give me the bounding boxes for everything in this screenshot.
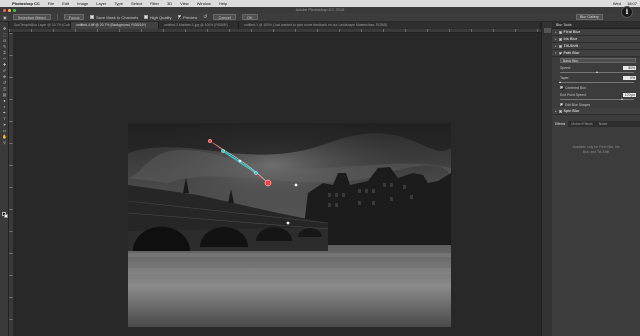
panel-collapse-icon[interactable] <box>544 28 551 33</box>
menu-3d[interactable]: 3D <box>163 1 176 6</box>
end-point-speed-slider[interactable] <box>560 98 634 101</box>
preview-checkbox[interactable]: Preview <box>177 14 198 20</box>
panel-icon-strip <box>541 22 552 336</box>
close-window-button[interactable] <box>3 8 6 12</box>
canvas-area[interactable] <box>13 33 541 336</box>
speed-slider-knob[interactable] <box>595 71 598 73</box>
speed-row: Speed: 50% <box>552 64 640 71</box>
end-point-speed-knob[interactable] <box>621 98 624 100</box>
save-mask-label: Save Mask to Channels <box>95 14 139 20</box>
taper-row: Taper: 0% <box>552 74 640 81</box>
speed-slider[interactable] <box>560 71 634 74</box>
workspace-switcher[interactable]: Blur Gallery <box>576 14 603 20</box>
path-blur-checkbox[interactable] <box>558 51 562 55</box>
document-tabs: SunTempleBlur Layer @ 16.7% (Color/8#) u… <box>9 22 541 29</box>
end-point-speed-row: End Point Speed: 170 px <box>552 91 640 98</box>
menu-edit[interactable]: Edit <box>58 1 73 6</box>
effects-body: Available only for Field Blur, Iris Blur… <box>552 127 640 227</box>
menu-type[interactable]: Type <box>110 1 127 6</box>
edit-blur-shapes-label: Edit Blur Shapes <box>565 102 591 107</box>
reset-icon[interactable]: ↺ <box>203 14 207 20</box>
edit-blur-shapes-checkbox[interactable] <box>560 103 563 106</box>
blur-tools-panel: Blur Tools ▸ Field Blur ▸ Iris Blur ▸ Ti… <box>552 22 640 336</box>
background-color-swatch[interactable] <box>3 214 8 218</box>
centered-blur-label: Centered Blur <box>565 85 586 90</box>
menu-file[interactable]: File <box>44 1 58 6</box>
taper-slider-knob[interactable] <box>558 81 561 83</box>
menu-photoshop[interactable]: Photoshop CC <box>8 1 44 6</box>
field-blur-checkbox[interactable] <box>558 30 562 34</box>
iris-blur-checkbox[interactable] <box>558 37 562 41</box>
tool-preset-icon[interactable]: ▣ <box>3 15 7 20</box>
minimize-window-button[interactable] <box>8 8 11 12</box>
spin-blur-section[interactable]: ▸ Spin Blur <box>552 108 640 115</box>
tab-motion-effects[interactable]: Motion Effects <box>568 121 595 127</box>
collapse-triangle-icon[interactable]: ▸ <box>555 108 557 115</box>
selection-bleed-field[interactable]: Selection Bleed <box>12 14 51 20</box>
centered-blur-row[interactable]: Centered Blur <box>552 84 640 91</box>
focus-field[interactable]: Focus <box>63 14 85 20</box>
speed-label: Speed: <box>560 65 571 70</box>
save-mask-checkbox[interactable]: Save Mask to Channels <box>90 15 138 20</box>
menu-view[interactable]: View <box>176 1 193 6</box>
clock-day: Wed <box>612 1 621 6</box>
preview-label: Preview <box>183 14 198 20</box>
taper-label: Taper: <box>560 75 570 80</box>
high-quality-checkbox[interactable]: High Quality <box>144 14 172 20</box>
menu-filter[interactable]: Filter <box>146 1 163 6</box>
zoom-window-button[interactable] <box>13 8 16 12</box>
field-blur-label: Field Blur <box>563 29 581 34</box>
menu-image[interactable]: Image <box>73 1 92 6</box>
collapse-triangle-icon[interactable]: ▸ <box>555 43 557 50</box>
collapse-triangle-icon[interactable]: ▸ <box>555 36 557 43</box>
document-image[interactable] <box>128 123 451 327</box>
info-icon[interactable]: i <box>621 6 633 18</box>
end-point-speed-input[interactable]: 170 px <box>623 92 636 97</box>
menu-layer[interactable]: Layer <box>92 1 110 6</box>
menu-select[interactable]: Select <box>127 1 146 6</box>
end-point-speed-label: End Point Speed: <box>560 92 587 97</box>
options-bar: ▣ Selection Bleed Focus Save Mask to Cha… <box>0 13 640 22</box>
tools-list: ✥ ⬚ ʘ ✎ ⌗ ✑ ✚ ✐ ⎈ ↺ ◫ ▤ ● ◐ ✒ T ➤ ▭ ✋ ⚲ <box>0 25 8 145</box>
taper-input[interactable]: 0% <box>623 75 636 80</box>
expand-triangle-icon[interactable]: ▾ <box>555 50 557 57</box>
tools-panel: ✥ ⬚ ʘ ✎ ⌗ ✑ ✚ ✐ ⎈ ↺ ◫ ▤ ● ◐ ✒ T ➤ ▭ ✋ ⚲ <box>0 22 9 336</box>
cancel-button[interactable]: Cancel <box>213 14 236 20</box>
night-bridge-photo <box>128 123 451 327</box>
high-quality-label: High Quality <box>149 14 172 20</box>
mac-menubar: Photoshop CC File Edit Image Layer Type … <box>0 0 640 7</box>
checkbox-box[interactable] <box>144 15 148 19</box>
collapse-triangle-icon[interactable]: ▸ <box>555 29 557 36</box>
tab-effects[interactable]: Effects <box>552 121 569 127</box>
spin-blur-label: Spin Blur <box>563 108 580 113</box>
tilt-shift-checkbox[interactable] <box>558 44 562 48</box>
menu-help[interactable]: Help <box>215 1 231 6</box>
taper-slider[interactable] <box>558 81 634 84</box>
doc-tab-untitled-4[interactable]: untitled-4.tiff @ 20.7% (Background, RGB… <box>71 22 159 29</box>
window-title: Adobe Photoshop CC 2015 <box>295 7 345 12</box>
checkbox-box[interactable] <box>177 15 182 19</box>
speed-input[interactable]: 50% <box>623 65 636 70</box>
doc-tab-suntemple[interactable]: SunTempleBlur Layer @ 16.7% (Color/8#) <box>9 22 71 29</box>
path-blur-mode-select[interactable]: Basic Blur <box>560 58 636 63</box>
tilt-shift-label: Tilt-Shift <box>563 43 579 48</box>
effects-unavailable-message: Available only for Field Blur, Iris Blur… <box>572 145 620 154</box>
divider <box>56 14 58 20</box>
menu-window[interactable]: Window <box>193 1 215 6</box>
doc-tab-untitled-1[interactable]: untitled-1 @ 100% (Just wanted to give s… <box>239 22 541 29</box>
path-blur-section[interactable]: ▾ Path Blur <box>552 50 640 57</box>
ok-button[interactable]: OK <box>241 14 258 20</box>
slider-track <box>560 82 634 83</box>
checkbox-box[interactable] <box>90 15 94 19</box>
zoom-icon[interactable]: ⚲ <box>0 139 9 145</box>
centered-blur-checkbox[interactable] <box>560 86 563 89</box>
doc-tab-untitled-3[interactable]: untitled-3 Marbles 1.jpg @ 100% (RGB/8*) <box>159 22 239 29</box>
tab-noise[interactable]: Noise <box>596 121 611 127</box>
spin-blur-checkbox[interactable] <box>558 109 562 113</box>
path-blur-label: Path Blur <box>563 50 580 55</box>
iris-blur-label: Iris Blur <box>563 36 578 41</box>
